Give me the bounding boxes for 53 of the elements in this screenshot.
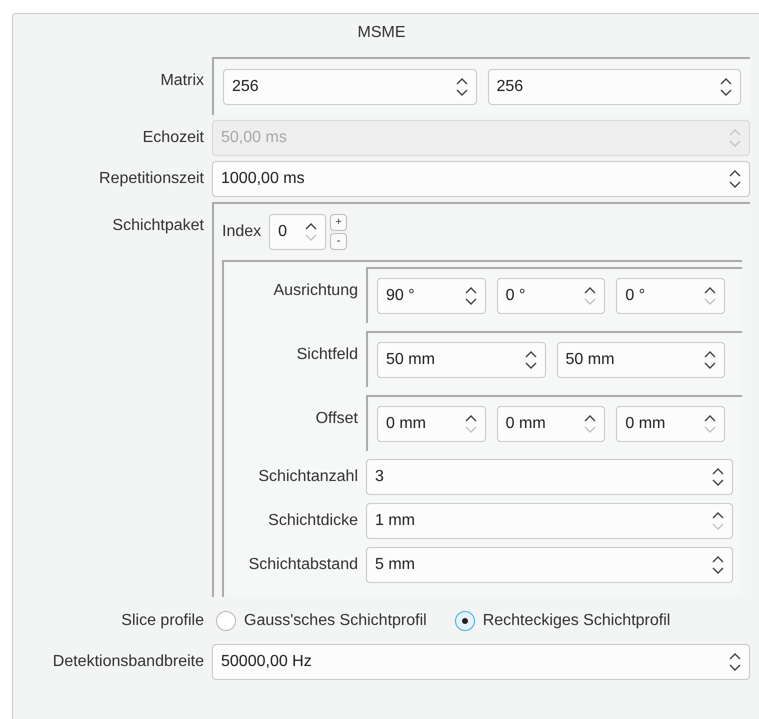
field-label: Schichtabstand (248, 555, 358, 575)
index-label: Index (222, 222, 262, 242)
remove-button[interactable]: - (330, 233, 348, 250)
spin-value: 0 mm (504, 414, 547, 434)
radio-label[interactable]: Gauss'sches Schichtprofil (244, 608, 427, 632)
field-label: Echozeit (142, 128, 204, 148)
field-label: Matrix (160, 71, 204, 91)
spin-box[interactable]: 1 mm (366, 503, 733, 539)
spin-box[interactable]: 5 mm (366, 547, 733, 583)
spin-box[interactable]: 0 mm (377, 406, 486, 442)
spin-value: 256 (231, 77, 260, 97)
spin-box[interactable]: 0 mm (616, 406, 726, 442)
spin-box[interactable]: 0 ° (616, 278, 726, 314)
spin-value: 1000,00 ms (220, 169, 306, 189)
spin-value: 0 mm (385, 414, 427, 434)
field-label: Offset (316, 409, 358, 429)
spin-box[interactable]: 256 (223, 69, 476, 105)
spin-box[interactable]: 256 (488, 69, 741, 105)
spin-box[interactable]: 0 ° (496, 278, 606, 314)
spin-box[interactable]: 50000,00 Hz (212, 644, 750, 680)
spin-box[interactable]: 0 mm (496, 406, 606, 442)
spin-value: 50 mm (385, 350, 436, 370)
spin-box[interactable]: 50 mm (377, 342, 546, 378)
spin-box[interactable]: 90 ° (377, 278, 486, 314)
field-label: Schichtdicke (268, 511, 358, 531)
spin-value: 0 ° (624, 286, 646, 306)
spin-value: 5 mm (374, 555, 416, 575)
radio-button[interactable] (454, 610, 475, 630)
spin-box[interactable]: 3 (366, 459, 733, 495)
spin-value: 3 (374, 467, 385, 487)
spin-value: 1 mm (374, 511, 416, 531)
field-label: Slice profile (121, 610, 204, 630)
spin-value: 50000,00 Hz (220, 652, 313, 672)
spin-value: 0 (277, 222, 288, 242)
radio-button[interactable] (216, 610, 236, 630)
add-button[interactable]: + (330, 214, 348, 231)
field-label: Sichtfeld (296, 345, 358, 365)
spin-value: 256 (496, 77, 524, 97)
spin-box[interactable]: 50 mm (556, 342, 725, 378)
field-label: Schichtanzahl (258, 467, 358, 487)
spin-value: 50 mm (564, 350, 616, 370)
field-label: Ausrichtung (274, 281, 358, 301)
spin-value: 0 mm (624, 414, 666, 434)
spin-value: 90 ° (385, 286, 416, 306)
field-label: Repetitionszeit (99, 169, 204, 189)
radio-label[interactable]: Rechteckiges Schichtprofil (482, 608, 670, 632)
spin-box[interactable]: 1000,00 ms (212, 161, 750, 197)
spin-box[interactable]: 0 (269, 214, 326, 250)
spin-value: 50,00 ms (220, 128, 288, 148)
panel-title: MSME (358, 23, 406, 43)
field-label: Schichtpaket (112, 216, 204, 236)
spin-value: 0 ° (504, 286, 526, 306)
field-label: Detektionsbandbreite (52, 652, 204, 672)
